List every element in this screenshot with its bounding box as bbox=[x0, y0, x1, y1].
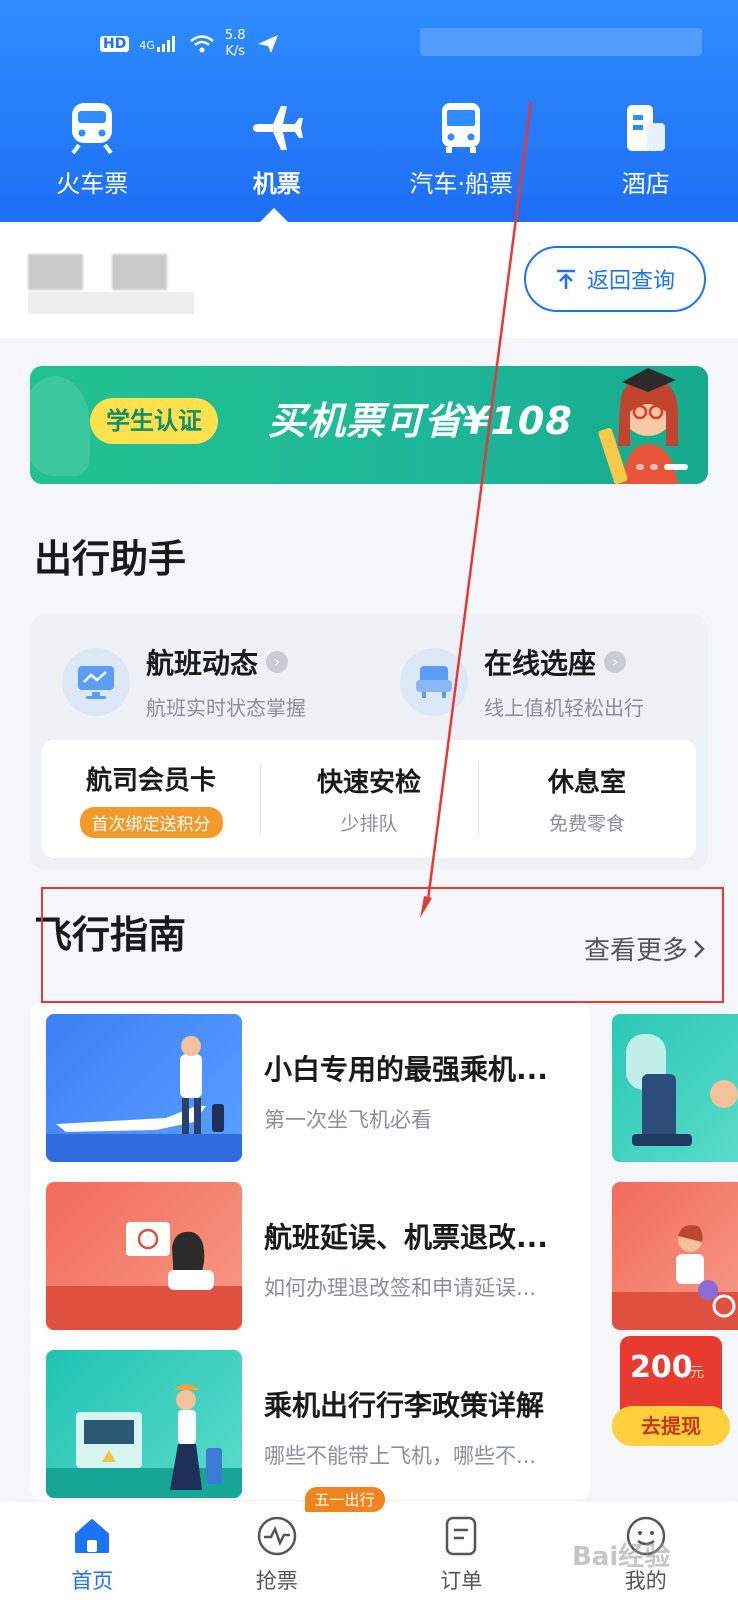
guide-article[interactable]: 小白专用的最强乘机... 第一次坐飞机必看 bbox=[46, 1014, 606, 1164]
tab-flight-label: 机票 bbox=[252, 170, 301, 198]
guide-article-list: 小白专用的最强乘机... 第一次坐飞机必看 航班延误、机票退改... 如何办理退… bbox=[30, 1002, 590, 1500]
monitor-icon bbox=[62, 647, 130, 716]
tab-hotel-label: 酒店 bbox=[621, 170, 670, 198]
tab-bus-ship[interactable]: 汽车·船票 bbox=[369, 100, 554, 199]
banner-slogan: 买机票可省¥108 bbox=[268, 399, 573, 443]
tab-flight[interactable]: 机票 bbox=[185, 100, 370, 199]
article-thumbnail-luggage bbox=[46, 1350, 242, 1498]
nav-grab-ticket[interactable]: 五一出行 抢票 bbox=[185, 1487, 385, 1600]
active-tab-indicator bbox=[260, 208, 288, 222]
assistant-section-title: 出行助手 bbox=[34, 537, 187, 581]
blurred-info bbox=[420, 28, 702, 56]
hotel-icon bbox=[618, 100, 674, 156]
hd-indicator: HD bbox=[100, 36, 130, 52]
back-to-search-button[interactable]: 返回查询 bbox=[524, 246, 706, 312]
banner-pagination bbox=[636, 464, 688, 470]
fast-security-title: 快速安检 bbox=[316, 768, 421, 798]
pagination-dot bbox=[636, 464, 644, 470]
guide-article[interactable]: 乘机出行行李政策详解 哪些不能带上飞机，哪些不... bbox=[46, 1350, 606, 1500]
signal-icon bbox=[156, 36, 175, 52]
promo-unit: 元 bbox=[690, 1365, 704, 1381]
app-screen: HD 4G 5.8 K/s 火车票 机票 汽车·船票 酒店 返回查询 学生认证 … bbox=[0, 0, 738, 1600]
nav-orders-label: 订单 bbox=[440, 1569, 483, 1593]
withdraw-button[interactable]: 去提现 bbox=[612, 1406, 730, 1446]
fast-security-entry[interactable]: 快速安检 少排队 bbox=[260, 740, 478, 858]
airline-member-card-title: 航司会员卡 bbox=[85, 766, 216, 796]
tab-hotel[interactable]: 酒店 bbox=[554, 100, 738, 199]
travel-assistant-card: 航班动态 › 航班实时状态掌握 在线选座 › 线上值机轻松出行 航司会员卡 首次绑定… bbox=[30, 614, 708, 870]
blurred-date bbox=[28, 292, 194, 314]
blurred-city-from bbox=[28, 254, 83, 290]
top-header: HD 4G 5.8 K/s 火车票 机票 汽车·船票 酒店 bbox=[0, 0, 738, 222]
speed-value: 5.8 bbox=[224, 28, 246, 43]
pulse-icon bbox=[254, 1513, 300, 1559]
send-icon bbox=[257, 35, 278, 53]
tab-train[interactable]: 火车票 bbox=[0, 100, 185, 199]
article-title: 乘机出行行李政策详解 bbox=[264, 1389, 545, 1422]
chevron-right-icon: › bbox=[604, 651, 627, 673]
network-speed: 5.8 K/s bbox=[225, 28, 246, 60]
article-thumbnail-delay bbox=[46, 1182, 242, 1330]
nav-grab-ticket-label: 抢票 bbox=[255, 1569, 298, 1593]
flight-status-subtitle: 航班实时状态掌握 bbox=[146, 696, 306, 720]
lounge-entry[interactable]: 休息室 免费零食 bbox=[478, 740, 696, 858]
airline-member-card-entry[interactable]: 航司会员卡 首次绑定送积分 bbox=[42, 740, 260, 858]
nav-orders[interactable]: 订单 bbox=[369, 1501, 554, 1600]
article-subtitle: 哪些不能带上飞机，哪些不... bbox=[264, 1444, 537, 1468]
back-top-icon bbox=[556, 269, 575, 289]
leaf-decoration bbox=[30, 376, 90, 476]
online-seat-entry[interactable]: 在线选座 › 线上值机轻松出行 bbox=[400, 642, 644, 721]
top-tabs: 火车票 机票 汽车·船票 酒店 bbox=[0, 100, 738, 199]
online-seat-title: 在线选座 bbox=[484, 647, 597, 680]
nav-home[interactable]: 首页 bbox=[0, 1501, 185, 1600]
blurred-city-to bbox=[112, 254, 167, 290]
tab-bus-ship-label: 汽车·船票 bbox=[409, 170, 514, 198]
chevron-right-icon: › bbox=[266, 651, 289, 673]
side-thumbnail-seat[interactable] bbox=[612, 1014, 738, 1162]
flight-status-entry[interactable]: 航班动态 › 航班实时状态掌握 bbox=[62, 642, 306, 721]
home-icon bbox=[69, 1513, 115, 1559]
banner-tag: 学生认证 bbox=[90, 398, 218, 444]
nav-home-label: 首页 bbox=[71, 1569, 114, 1593]
bind-points-badge: 首次绑定送积分 bbox=[79, 807, 223, 838]
pagination-dot-active bbox=[664, 464, 688, 470]
annotation-highlight-box bbox=[41, 887, 724, 1003]
article-title: 小白专用的最强乘机... bbox=[264, 1053, 548, 1086]
signal-label: 4G bbox=[139, 39, 155, 52]
airplane-icon bbox=[249, 100, 305, 156]
cash-red-packet-promo[interactable]: 200 元 去提现 bbox=[612, 1336, 730, 1454]
fast-security-subtitle: 少排队 bbox=[340, 813, 398, 835]
article-subtitle: 如何办理退改签和申请延误... bbox=[264, 1276, 537, 1300]
wifi-icon bbox=[190, 35, 214, 53]
status-bar: HD 4G 5.8 K/s bbox=[100, 28, 280, 60]
online-seat-subtitle: 线上值机轻松出行 bbox=[484, 696, 644, 720]
lounge-title: 休息室 bbox=[547, 768, 626, 798]
lounge-subtitle: 免费零食 bbox=[548, 813, 625, 835]
train-icon bbox=[64, 100, 120, 156]
guide-article[interactable]: 航班延误、机票退改... 如何办理退改签和申请延误... bbox=[46, 1182, 606, 1332]
query-bar: 返回查询 bbox=[0, 222, 738, 338]
article-subtitle: 第一次坐飞机必看 bbox=[264, 1108, 432, 1132]
assistant-sub-services: 航司会员卡 首次绑定送积分 快速安检 少排队 休息室 免费零食 bbox=[42, 740, 696, 858]
promo-amount: 200 bbox=[630, 1350, 693, 1385]
side-thumbnail-family[interactable] bbox=[612, 1182, 738, 1330]
seat-icon bbox=[400, 647, 468, 716]
tab-train-label: 火车票 bbox=[56, 170, 129, 198]
back-to-search-label: 返回查询 bbox=[586, 269, 675, 294]
baidu-watermark: Bai经验 bbox=[572, 1542, 671, 1572]
bus-icon bbox=[433, 100, 489, 156]
speed-unit: K/s bbox=[225, 44, 246, 59]
pagination-dot bbox=[650, 464, 658, 470]
article-title: 航班延误、机票退改... bbox=[264, 1221, 548, 1254]
flight-status-title: 航班动态 bbox=[146, 647, 259, 680]
order-icon bbox=[438, 1513, 484, 1559]
signal-indicator: 4G bbox=[139, 36, 179, 52]
student-promo-banner[interactable]: 学生认证 买机票可省¥108 bbox=[30, 366, 708, 484]
article-thumbnail-airplane bbox=[46, 1014, 242, 1162]
